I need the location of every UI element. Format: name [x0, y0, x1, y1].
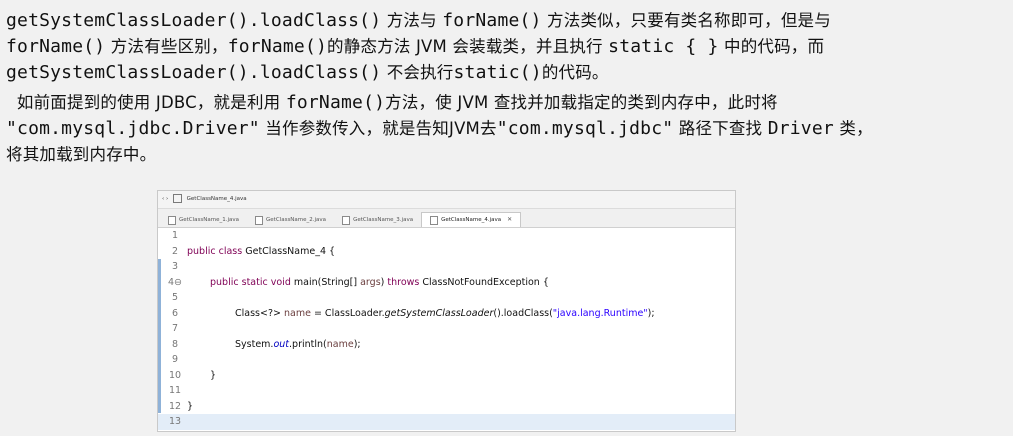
text-run: 类，	[833, 119, 873, 138]
code-line-11: 11	[158, 383, 735, 399]
text-run: 方法有些区别，	[105, 37, 228, 56]
code-snippet: forName()	[442, 10, 542, 31]
paragraph-1-line-2: forName() 方法有些区别，forName()的静态方法 JVM 会装载类…	[6, 34, 1008, 60]
tab-label: GetClassName_2.java	[266, 217, 327, 223]
code-text: }	[210, 369, 217, 381]
code-snippet: forName()	[285, 92, 386, 113]
java-file-icon	[255, 215, 264, 225]
code-line-8: 8 System.out.println(name);	[158, 337, 735, 353]
code-text: Class<?> name = ClassLoader.getSystemCla…	[235, 307, 655, 319]
code-snippet: getSystemClassLoader().loadClass()	[6, 10, 382, 31]
line-number: 13	[168, 416, 182, 427]
code-snippet: "com.mysql.jdbc"	[496, 118, 674, 139]
line-number: 1	[171, 230, 179, 241]
chevron-left-icon[interactable]: ‹	[162, 196, 164, 202]
line-number: 5	[171, 292, 179, 303]
code-line-9: 9	[158, 352, 735, 368]
line-number: 12	[168, 400, 182, 412]
code-line-10: 10}	[158, 368, 735, 384]
text-run: 方法，使 JVM 查找并加载指定的类到内存中，此时将	[385, 93, 778, 112]
code-snippet: "com.mysql.jdbc.Driver"	[6, 118, 260, 139]
tab-label: GetClassName_1.java	[179, 217, 240, 223]
paragraph-2-line-1: 如前面提到的使用 JDBC，就是利用 forName()方法，使 JVM 查找并…	[6, 90, 1008, 116]
paragraph-2-line-2: "com.mysql.jdbc.Driver" 当作参数传入，就是告知JVM去"…	[6, 116, 1008, 142]
breadcrumb: ‹ › GetClassName_4.java	[158, 191, 735, 209]
line-number: 10	[168, 369, 182, 381]
code-snippet: getSystemClassLoader().loadClass()	[6, 62, 382, 83]
line-number[interactable]: 4⊖	[164, 275, 186, 291]
code-snippet: Driver	[767, 118, 834, 139]
code-text: public static void main(String[] args) t…	[210, 276, 549, 288]
code-line-5: 5	[158, 290, 735, 306]
line-number: 3	[171, 261, 179, 272]
paragraph-1-line-1: getSystemClassLoader().loadClass() 方法与 f…	[6, 8, 1008, 34]
code-line-1: 1	[158, 228, 735, 244]
tab-label: GetClassName_3.java	[353, 217, 414, 223]
text-run: 的静态方法 JVM 会装载类，并且执行	[327, 37, 609, 56]
code-line-7: 7	[158, 321, 735, 337]
line-number: 9	[171, 354, 179, 365]
tab-label: GetClassName_4.java	[441, 217, 502, 223]
code-snippet: static { }	[608, 36, 719, 57]
code-text: public class GetClassName_4 {	[187, 245, 336, 257]
code-line-2: 2 public class GetClassName_4 {	[158, 244, 735, 260]
line-number: 8	[171, 338, 179, 350]
text-run: 方法类似，只要有类名称即可，但是与	[541, 11, 831, 30]
code-editor[interactable]: 1 2 public class GetClassName_4 { 3 4⊖ pub…	[158, 228, 735, 431]
line-number: 2	[171, 245, 179, 257]
text-run: 路径下查找	[673, 119, 768, 138]
close-icon[interactable]: ✕	[507, 213, 512, 227]
java-file-icon	[172, 194, 182, 203]
code-text: }	[187, 400, 194, 412]
text-run: 中的代码，而	[718, 37, 825, 56]
ide-screenshot: ‹ › GetClassName_4.java GetClassName_1.j…	[157, 190, 736, 432]
code-line-4: 4⊖ public static void main(String[] args)…	[158, 275, 735, 291]
paragraph-2: 如前面提到的使用 JDBC，就是利用 forName()方法，使 JVM 查找并…	[6, 90, 1008, 168]
code-line-13-current[interactable]: 13	[158, 414, 735, 430]
paragraph-1: getSystemClassLoader().loadClass() 方法与 f…	[6, 8, 1008, 86]
text-run: 不会执行	[381, 63, 454, 82]
tab-getclassname-4[interactable]: GetClassName_4.java ✕	[421, 212, 522, 227]
text-run: 的代码。	[541, 63, 609, 82]
java-file-icon	[430, 215, 439, 225]
tab-getclassname-2[interactable]: GetClassName_2.java	[247, 213, 334, 227]
line-number: 11	[168, 385, 182, 396]
code-line-6: 6 Class<?> name = ClassLoader.getSystemCl…	[158, 306, 735, 322]
code-line-3: 3	[158, 259, 735, 275]
editor-tab-bar: GetClassName_1.java GetClassName_2.java …	[158, 209, 735, 228]
line-number: 6	[171, 307, 179, 319]
breadcrumb-label[interactable]: GetClassName_4.java	[187, 196, 247, 202]
code-snippet: forName()	[6, 36, 106, 57]
code-snippet: forName()	[227, 36, 328, 57]
text-run: 当作参数传入，就是告知JVM去	[259, 119, 497, 138]
java-file-icon	[342, 215, 351, 225]
code-line-12: 12}	[158, 399, 735, 415]
paragraph-2-line-3: 将其加载到内存中。	[6, 145, 157, 164]
text-run: 方法与	[381, 11, 443, 30]
code-text: System.out.println(name);	[235, 338, 361, 350]
line-number: 7	[171, 323, 179, 334]
chevron-right-icon[interactable]: ›	[166, 196, 168, 202]
code-snippet: static()	[453, 62, 542, 83]
text-run: 如前面提到的使用 JDBC，就是利用	[6, 93, 286, 112]
tab-getclassname-3[interactable]: GetClassName_3.java	[334, 213, 421, 227]
java-file-icon	[168, 215, 176, 225]
tab-getclassname-1[interactable]: GetClassName_1.java	[160, 213, 247, 227]
paragraph-1-line-3: getSystemClassLoader().loadClass() 不会执行s…	[6, 60, 1008, 86]
